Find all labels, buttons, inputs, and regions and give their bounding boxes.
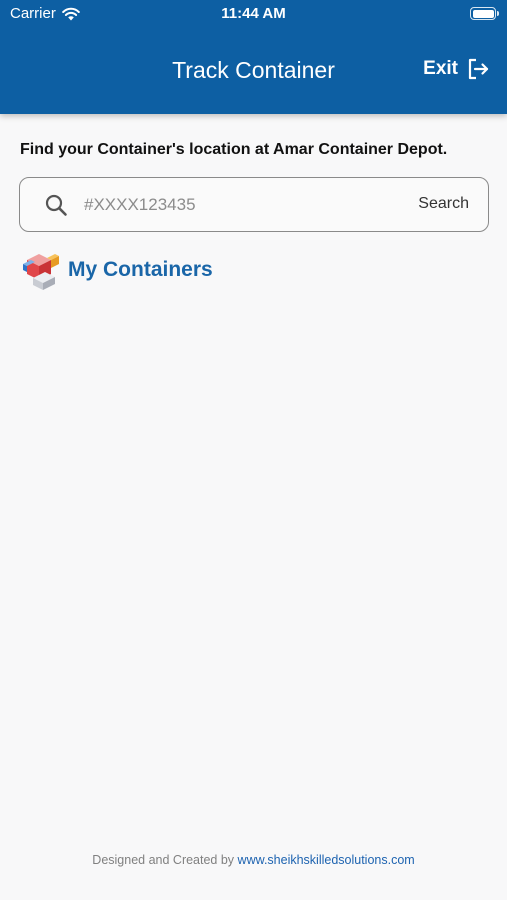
section-title: My Containers: [68, 258, 213, 281]
app-header: Carrier 11:44 AM Track Container Exit: [0, 0, 507, 114]
my-containers-header: My Containers: [21, 250, 213, 290]
footer-credit: Designed and Created by: [92, 853, 235, 867]
footer: Designed and Created by www.sheikhskille…: [0, 853, 507, 867]
search-bar: Search: [19, 177, 489, 232]
status-time: 11:44 AM: [221, 5, 286, 22]
status-bar: Carrier 11:44 AM: [0, 0, 507, 30]
exit-icon: [468, 58, 489, 80]
search-icon: [45, 194, 67, 216]
exit-button[interactable]: Exit: [423, 57, 490, 81]
search-button[interactable]: Search: [418, 195, 469, 213]
battery-icon: [470, 7, 499, 20]
containers-icon: [23, 254, 59, 290]
exit-label: Exit: [423, 58, 458, 79]
footer-link[interactable]: www.sheikhskilledsolutions.com: [238, 853, 415, 867]
battery-level: [472, 9, 494, 18]
search-input[interactable]: [84, 191, 384, 219]
instruction-text: Find your Container's location at Amar C…: [20, 141, 448, 158]
